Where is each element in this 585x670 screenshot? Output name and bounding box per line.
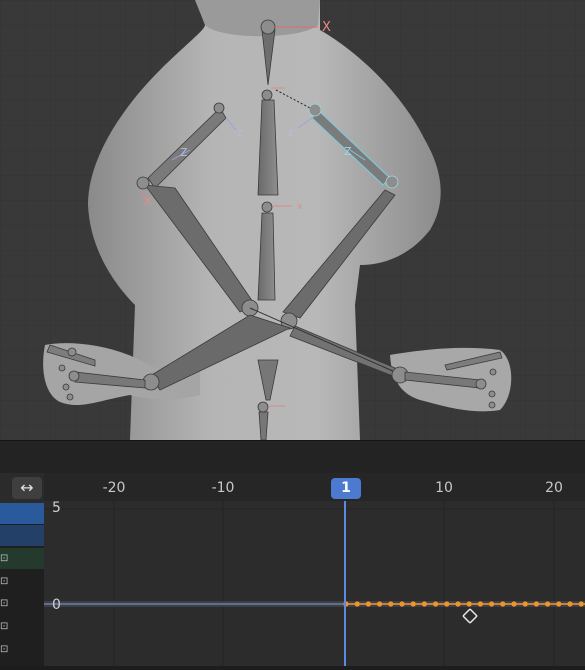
keyframe-dot[interactable] <box>377 601 383 607</box>
upper-arm-right-z-label: Z <box>344 145 352 158</box>
ruler-label: 20 <box>545 480 563 496</box>
channel-toggle-button[interactable]: ↔ <box>12 477 42 499</box>
channel-row[interactable]: ⊡ <box>0 616 44 637</box>
ruler-label: -10 <box>211 480 235 496</box>
channel-row[interactable]: ⊡ <box>0 571 44 592</box>
frame-ruler[interactable]: -20 -10 10 20 <box>44 473 585 501</box>
keyframe-dot[interactable] <box>500 601 506 607</box>
keyframe-dot[interactable] <box>455 601 461 607</box>
current-frame-indicator[interactable]: 1 <box>331 478 361 499</box>
lock-icon[interactable]: ⊡ <box>0 553 12 564</box>
ruler-label: -20 <box>102 480 126 496</box>
channel-row[interactable]: ⊡ <box>0 548 44 569</box>
keyframe-dot[interactable] <box>466 601 472 607</box>
keyframe-dot[interactable] <box>533 601 539 607</box>
lock-icon[interactable]: ⊡ <box>0 644 12 655</box>
ruler-label: 10 <box>435 480 453 496</box>
keyframe-dot[interactable] <box>433 601 439 607</box>
hand-left-x-label: X <box>144 195 152 208</box>
viewport-canvas[interactable]: X Z Z z z X x <box>0 0 585 440</box>
keyframe-dot[interactable] <box>556 601 562 607</box>
graph-editor[interactable]: -20 -10 10 20 ↔ 1 ⊡ ⊡ ⊡ ⊡ ⊡ 5 0 <box>0 473 585 666</box>
keyframe-dot[interactable] <box>522 601 528 607</box>
channel-row[interactable]: ⊡ <box>0 593 44 614</box>
keyframe-dot[interactable] <box>477 601 483 607</box>
curve-graph-area[interactable]: 5 0 <box>44 500 585 666</box>
channel-row-selected[interactable] <box>0 503 44 524</box>
keyframe-dot[interactable] <box>489 601 495 607</box>
keyframe-dot[interactable] <box>399 601 405 607</box>
channel-row[interactable]: ⊡ <box>0 639 44 660</box>
keyframe-dot[interactable] <box>354 601 360 607</box>
keyframe-dot[interactable] <box>511 601 517 607</box>
editor-separator <box>0 440 585 474</box>
spine-x-label: x <box>297 202 303 212</box>
keyframe-dot[interactable] <box>444 601 450 607</box>
y-axis-label-0: 0 <box>52 597 61 613</box>
curve-canvas[interactable] <box>44 501 585 666</box>
lock-icon[interactable]: ⊡ <box>0 576 12 587</box>
channel-list[interactable]: ⊡ ⊡ ⊡ ⊡ ⊡ <box>0 503 44 666</box>
y-axis-label-5: 5 <box>52 500 61 516</box>
keyframe-dot[interactable] <box>578 601 584 607</box>
neck-x-axis-label: X <box>322 20 331 35</box>
forearm-left-z-label: z <box>237 128 242 139</box>
keyframe-dot[interactable] <box>410 601 416 607</box>
keyframe-dot[interactable] <box>388 601 394 607</box>
keyframe-dot[interactable] <box>567 601 573 607</box>
lock-icon[interactable]: ⊡ <box>0 598 12 609</box>
forearm-right-z-label: z <box>288 128 293 139</box>
keyframe-dot[interactable] <box>365 601 371 607</box>
channel-row[interactable] <box>0 525 44 546</box>
3d-viewport[interactable]: X Z Z z z X x <box>0 0 585 440</box>
lock-icon[interactable]: ⊡ <box>0 621 12 632</box>
keyframe-dot[interactable] <box>545 601 551 607</box>
keyframe-dot[interactable] <box>421 601 427 607</box>
upper-arm-left-z-label: Z <box>180 146 188 159</box>
